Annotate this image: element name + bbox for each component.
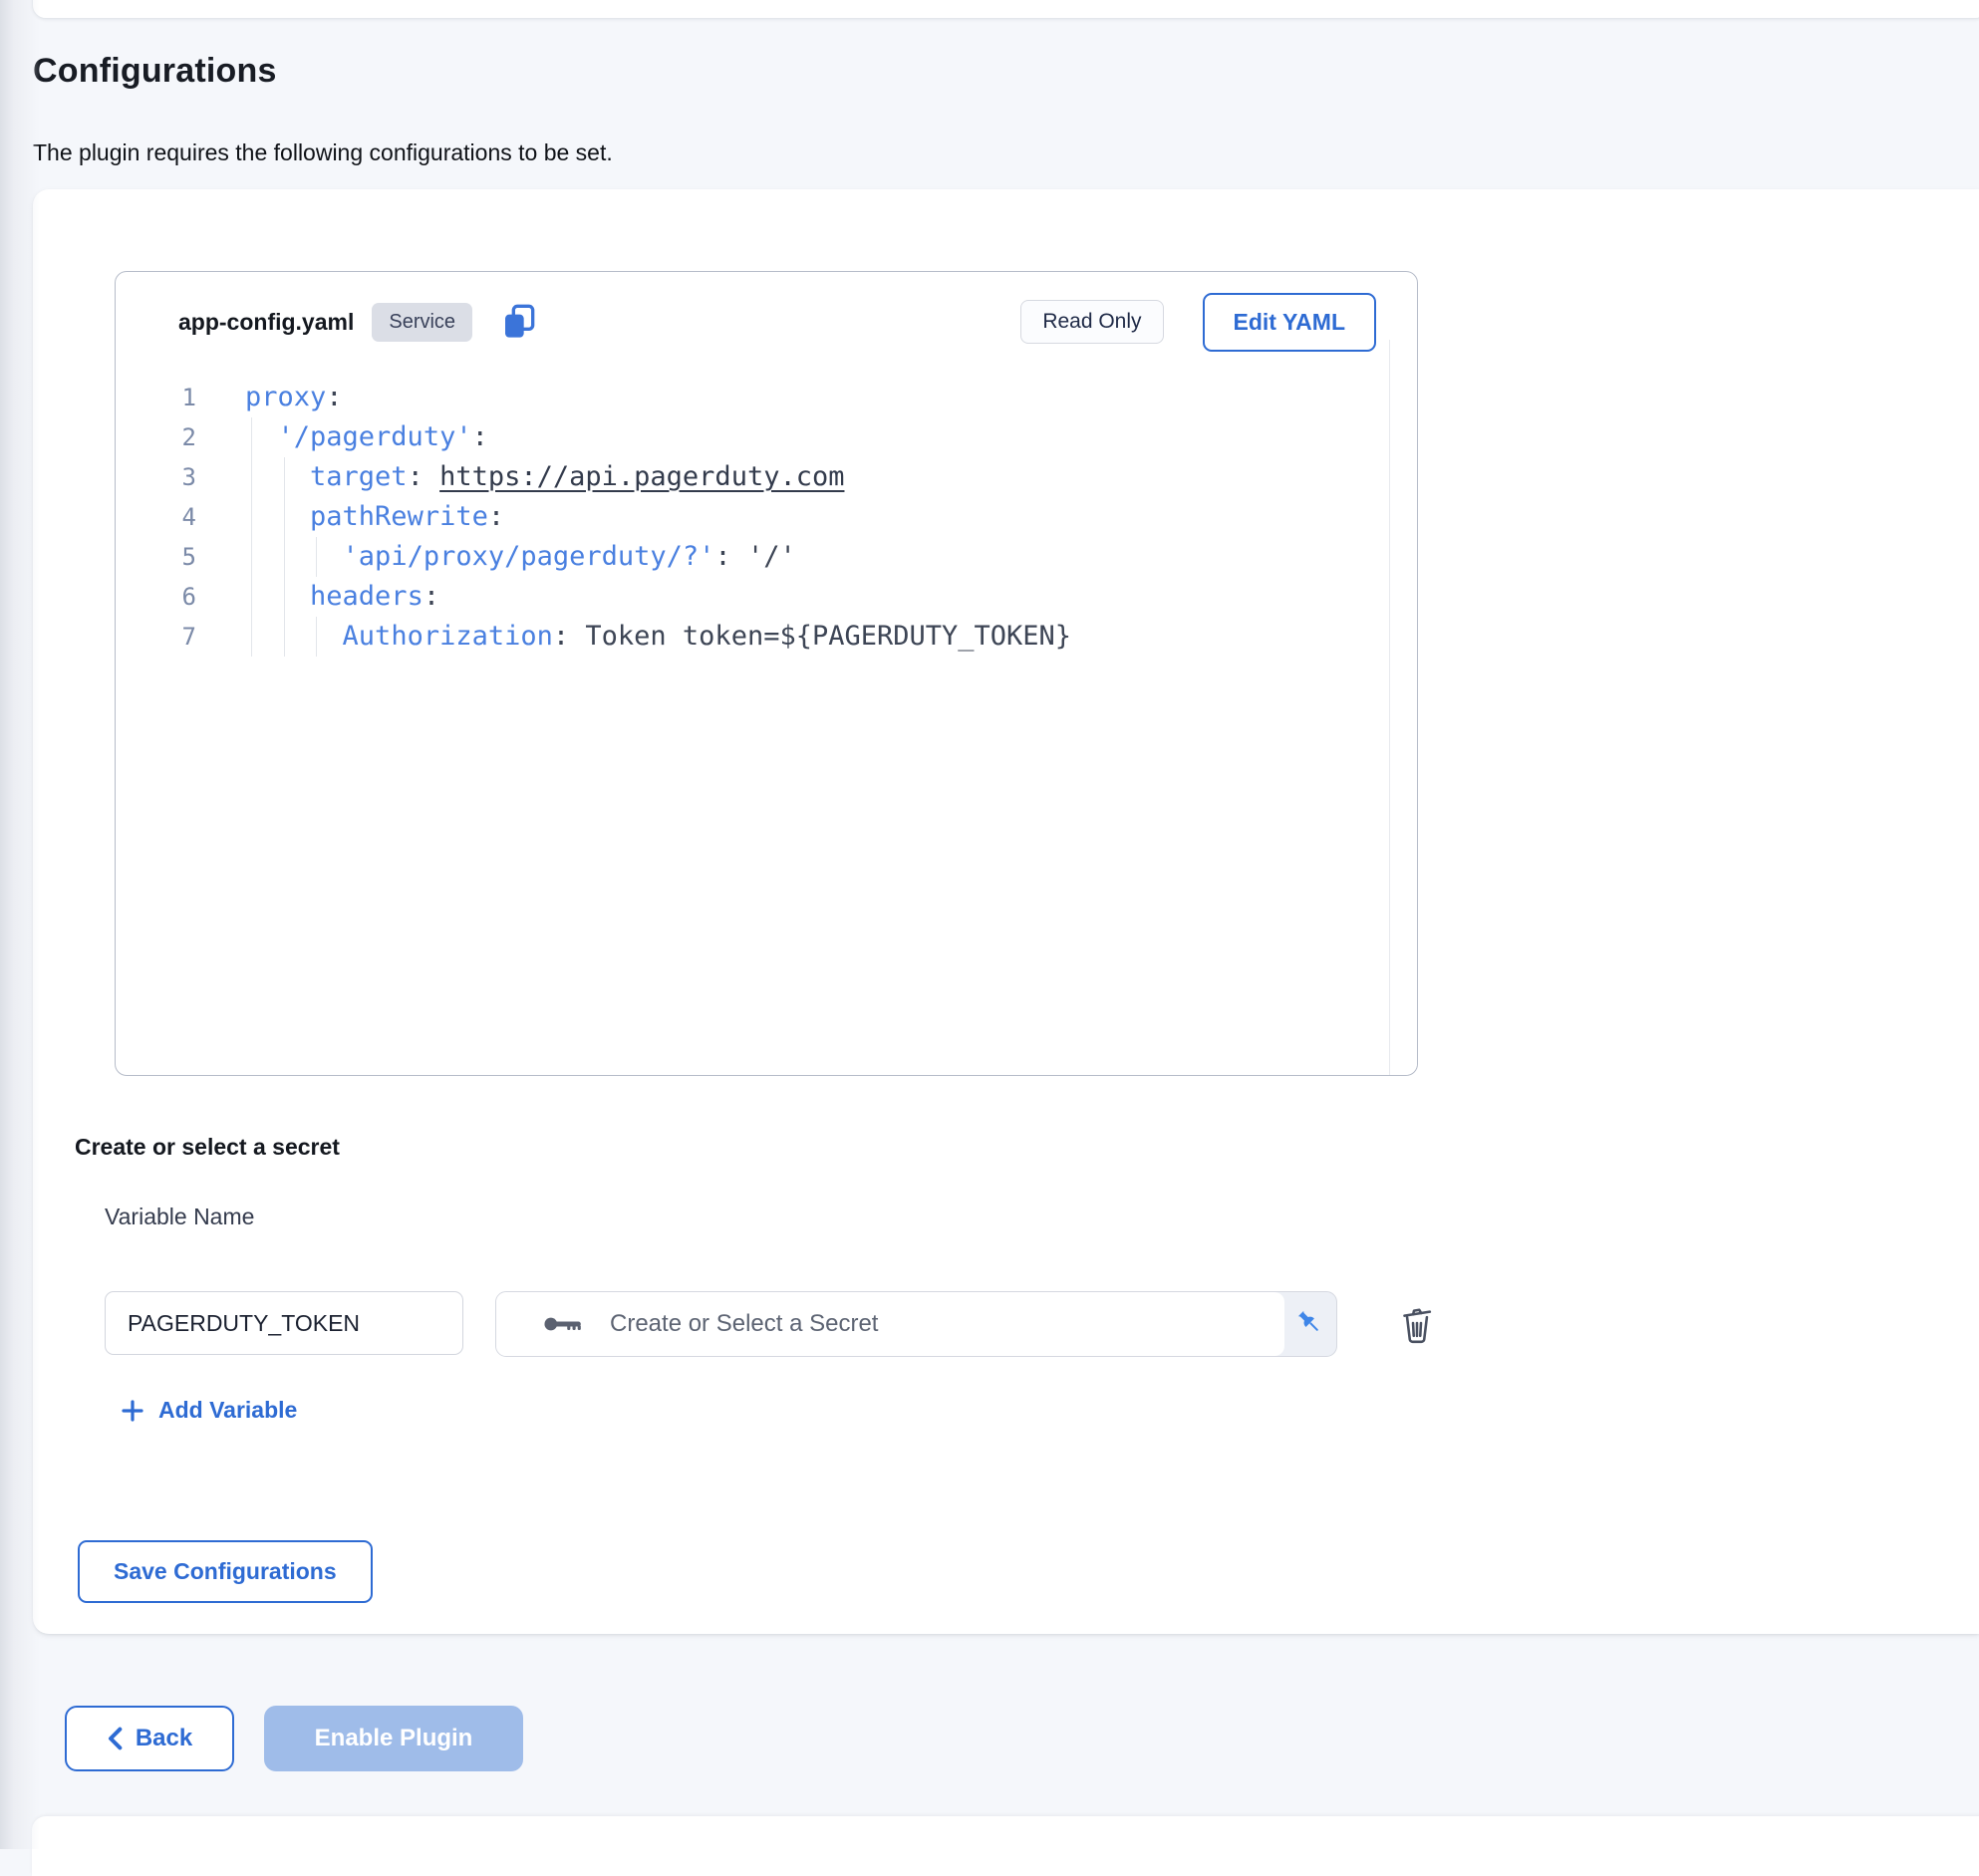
- configurations-panel: app-config.yaml Service Read Only Edit Y…: [33, 189, 1979, 1634]
- yaml-config-card: app-config.yaml Service Read Only Edit Y…: [115, 271, 1418, 1076]
- page-title: Configurations: [33, 52, 277, 91]
- plus-icon: [120, 1398, 145, 1424]
- editor-scrollbar[interactable]: [1389, 340, 1417, 1075]
- code-line: 7 Authorization: Token token=${PAGERDUTY…: [116, 617, 1390, 657]
- line-number: 7: [116, 617, 196, 657]
- code-card-header: app-config.yaml Service Read Only Edit Y…: [116, 272, 1417, 372]
- read-only-badge: Read Only: [1020, 300, 1163, 344]
- key-icon: [542, 1311, 586, 1337]
- variable-name-input[interactable]: [105, 1291, 463, 1355]
- line-number: 1: [116, 378, 196, 417]
- page-subtitle: The plugin requires the following config…: [33, 139, 613, 166]
- code-lines: 1proxy:2 '/pagerduty':3 target: https://…: [116, 378, 1390, 657]
- code-editor[interactable]: 1proxy:2 '/pagerduty':3 target: https://…: [116, 378, 1390, 1074]
- code-line: 3 target: https://api.pagerduty.com: [116, 457, 1390, 497]
- line-number: 4: [116, 497, 196, 537]
- line-number: 6: [116, 577, 196, 617]
- back-button[interactable]: Back: [65, 1706, 234, 1771]
- back-button-label: Back: [136, 1725, 192, 1752]
- service-badge: Service: [372, 303, 472, 342]
- enable-plugin-button[interactable]: Enable Plugin: [264, 1706, 523, 1771]
- edit-yaml-button[interactable]: Edit YAML: [1203, 293, 1376, 352]
- code-line: 6 headers:: [116, 577, 1390, 617]
- line-number: 5: [116, 537, 196, 577]
- chevron-left-icon: [107, 1727, 123, 1750]
- file-name: app-config.yaml: [178, 309, 354, 336]
- pin-icon: [1291, 1306, 1327, 1342]
- next-section-card: [32, 1816, 1979, 1876]
- add-variable-button[interactable]: Add Variable: [120, 1397, 297, 1424]
- variable-name-label: Variable Name: [105, 1204, 254, 1230]
- secret-select[interactable]: Create or Select a Secret: [495, 1291, 1337, 1357]
- code-line: 2 '/pagerduty':: [116, 417, 1390, 457]
- copy-icon: [499, 302, 539, 342]
- secret-select-field[interactable]: Create or Select a Secret: [496, 1292, 1284, 1356]
- secret-select-placeholder: Create or Select a Secret: [610, 1310, 878, 1338]
- previous-section-card: [32, 0, 1979, 19]
- code-line: 4 pathRewrite:: [116, 497, 1390, 537]
- code-line: 1proxy:: [116, 378, 1390, 417]
- code-line: 5 'api/proxy/pagerduty/?': '/': [116, 537, 1390, 577]
- line-number: 2: [116, 417, 196, 457]
- copy-button[interactable]: [498, 301, 540, 343]
- save-configurations-button[interactable]: Save Configurations: [78, 1540, 373, 1603]
- pin-button[interactable]: [1282, 1292, 1336, 1356]
- line-number: 3: [116, 457, 196, 497]
- add-variable-label: Add Variable: [158, 1397, 297, 1424]
- secret-section-heading: Create or select a secret: [75, 1134, 340, 1161]
- delete-variable-button[interactable]: [1393, 1297, 1441, 1349]
- trash-icon: [1396, 1300, 1438, 1346]
